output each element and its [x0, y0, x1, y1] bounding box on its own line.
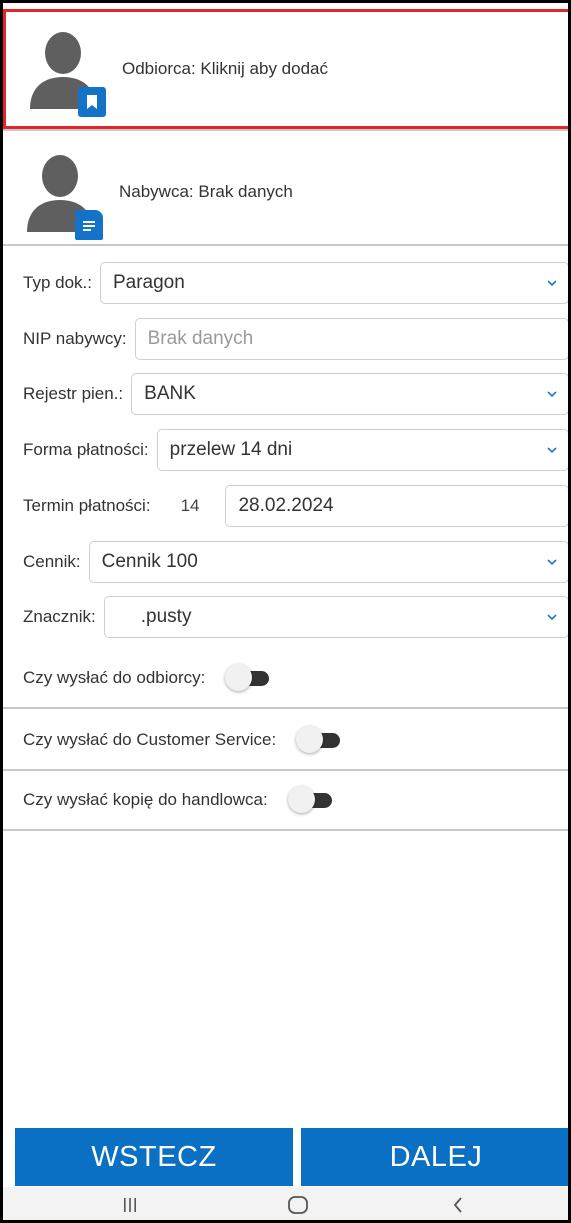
marker-row: Znacznik: .pusty: [23, 595, 568, 639]
cash-register-label: Rejestr pien.:: [23, 384, 124, 403]
payment-form-select[interactable]: przelew 14 dni: [156, 429, 568, 471]
next-button[interactable]: DALEJ: [301, 1128, 568, 1186]
recipient-label: Odbiorca: Kliknij aby dodać: [122, 59, 329, 78]
marker-label: Znacznik:: [23, 607, 96, 626]
document-icon: [75, 210, 103, 240]
toggle-label: Czy wysłać do odbiorcy:: [23, 668, 206, 687]
toggle-label: Czy wysłać do Customer Service:: [23, 730, 277, 749]
buyer-nip-label: NIP nabywcy:: [23, 329, 127, 348]
back-button[interactable]: WSTECZ: [15, 1128, 293, 1186]
chevron-down-icon: [547, 391, 557, 398]
send-to-recipient-toggle[interactable]: [225, 663, 271, 693]
payment-term-label: Termin płatności:: [23, 496, 151, 515]
cash-register-value: BANK: [144, 383, 196, 404]
buyer-nip-placeholder: Brak danych: [147, 328, 254, 349]
buyer-nip-row: NIP nabywcy: Brak danych: [23, 317, 568, 361]
payment-term-date-input[interactable]: 28.02.2024: [225, 485, 568, 527]
price-list-row: Cennik: Cennik 100: [23, 540, 568, 584]
divider: [3, 129, 568, 131]
payment-form-row: Forma płatności: przelew 14 dni: [23, 428, 568, 472]
toggle-thumb: [225, 664, 253, 691]
marker-value: .pusty: [140, 606, 192, 627]
marker-select[interactable]: .pusty: [103, 596, 568, 638]
price-list-value: Cennik 100: [101, 551, 198, 572]
toggle-label: Czy wysłać kopię do handlowca:: [23, 790, 268, 809]
buyer-row[interactable]: Nabywca: Brak danych: [3, 140, 568, 246]
cash-register-select[interactable]: BANK: [131, 373, 568, 415]
buyer-label: Nabywca: Brak danych: [119, 182, 293, 201]
price-list-label: Cennik:: [23, 552, 81, 571]
app-screen: Odbiorca: Kliknij aby dodać Nabywca: Bra…: [0, 0, 571, 1223]
price-list-select[interactable]: Cennik 100: [88, 541, 568, 583]
recipient-card-icon: [78, 87, 106, 117]
doc-type-label: Typ dok.:: [23, 273, 92, 292]
payment-form-label: Forma płatności:: [23, 440, 149, 459]
home-icon[interactable]: [283, 1189, 313, 1220]
payment-term-row: Termin płatności: 14 28.02.2024: [23, 484, 568, 528]
send-copy-to-salesman-toggle[interactable]: [287, 785, 334, 815]
cash-register-row: Rejestr pien.: BANK: [23, 372, 568, 416]
buyer-avatar: [23, 152, 103, 240]
chevron-down-icon: [547, 280, 557, 287]
doc-type-select[interactable]: Paragon: [99, 262, 568, 304]
doc-type-row: Typ dok.: Paragon: [23, 261, 568, 305]
send-to-customer-service-toggle[interactable]: [296, 725, 342, 755]
doc-type-value: Paragon: [112, 272, 185, 293]
chevron-down-icon: [547, 447, 557, 454]
system-nav-bar: [3, 1187, 568, 1220]
payment-form-value: przelew 14 dni: [169, 439, 293, 460]
payment-term-date: 28.02.2024: [238, 495, 334, 516]
chevron-down-icon: [547, 559, 557, 566]
toggle-thumb: [296, 726, 324, 753]
toggle-thumb: [287, 786, 315, 813]
payment-term-days[interactable]: 14: [181, 496, 200, 516]
chevron-down-icon: [547, 614, 557, 621]
toggle-row-customer-service: Czy wysłać do Customer Service:: [3, 711, 568, 771]
recipient-avatar: [26, 29, 106, 117]
recent-apps-icon[interactable]: [115, 1189, 145, 1220]
back-icon[interactable]: [443, 1189, 473, 1220]
toggle-row-salesman: Czy wysłać kopię do handlowca:: [3, 771, 568, 831]
buyer-nip-input[interactable]: Brak danych: [134, 318, 568, 360]
toggle-row-recipient: Czy wysłać do odbiorcy:: [3, 649, 568, 709]
recipient-row[interactable]: Odbiorca: Kliknij aby dodać: [3, 9, 568, 129]
